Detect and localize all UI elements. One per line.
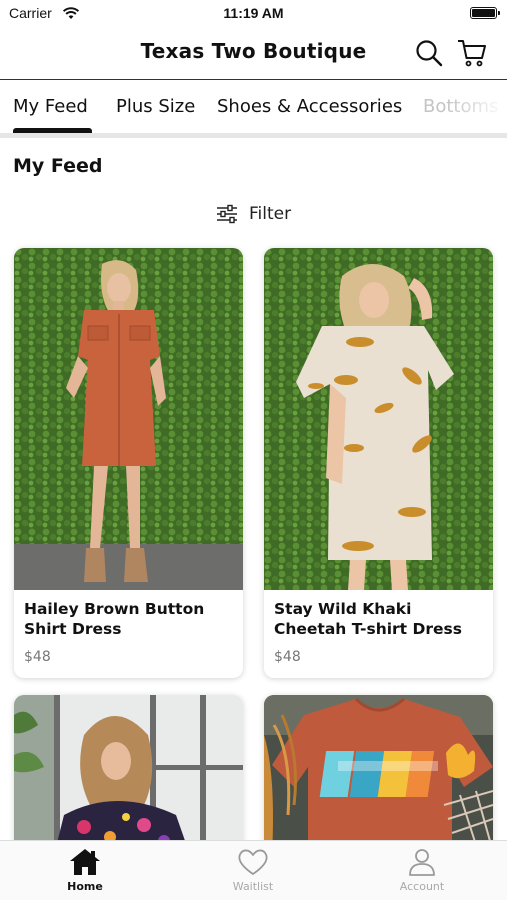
search-icon xyxy=(416,40,443,67)
product-image[interactable] xyxy=(264,248,493,590)
bottom-tab-bar: Home Waitlist Account xyxy=(0,840,507,900)
active-tab-indicator xyxy=(13,128,92,133)
category-tabs: My Feed Plus Size Shoes & Accessories Bo… xyxy=(0,80,507,138)
status-time: 11:19 AM xyxy=(223,5,284,21)
tab-my-feed[interactable]: My Feed xyxy=(13,96,88,117)
product-card[interactable]: Hailey Brown Button Shirt Dress $48 xyxy=(14,248,243,678)
product-card[interactable]: Stay Wild Khaki Cheetah T-shirt Dress $4… xyxy=(264,248,493,678)
tabbar-item-account[interactable]: Account xyxy=(372,847,472,893)
product-name[interactable]: Stay Wild Khaki Cheetah T-shirt Dress xyxy=(264,590,493,639)
battery-icon xyxy=(470,7,500,19)
home-icon xyxy=(70,849,100,875)
user-icon xyxy=(409,849,435,876)
tab-plus-size[interactable]: Plus Size xyxy=(116,96,195,117)
tabbar-label-waitlist: Waitlist xyxy=(232,880,274,893)
tabbar-label-account: Account xyxy=(399,880,445,893)
cart-button[interactable] xyxy=(456,37,488,69)
tabbar-item-waitlist[interactable]: Waitlist xyxy=(203,847,303,893)
section-title: My Feed xyxy=(13,155,103,177)
tab-fade-overlay xyxy=(447,80,507,132)
product-image[interactable] xyxy=(14,248,243,590)
product-card[interactable] xyxy=(14,695,243,855)
cart-icon xyxy=(458,40,486,67)
product-card[interactable] xyxy=(264,695,493,855)
status-bar: Carrier 11:19 AM xyxy=(0,0,507,28)
sliders-icon xyxy=(217,204,237,224)
tabbar-label-home: Home xyxy=(67,880,103,893)
filter-button[interactable]: Filter xyxy=(215,202,291,226)
product-image[interactable] xyxy=(264,695,493,855)
filter-label: Filter xyxy=(249,204,292,224)
search-button[interactable] xyxy=(414,38,444,68)
app-header: Texas Two Boutique xyxy=(0,28,507,80)
tab-shoes-accessories[interactable]: Shoes & Accessories xyxy=(217,96,402,117)
product-price: $48 xyxy=(274,649,301,665)
product-price: $48 xyxy=(24,649,51,665)
product-image[interactable] xyxy=(14,695,243,855)
tabbar-item-home[interactable]: Home xyxy=(35,847,135,893)
heart-icon xyxy=(238,849,268,875)
product-name[interactable]: Hailey Brown Button Shirt Dress xyxy=(14,590,243,639)
